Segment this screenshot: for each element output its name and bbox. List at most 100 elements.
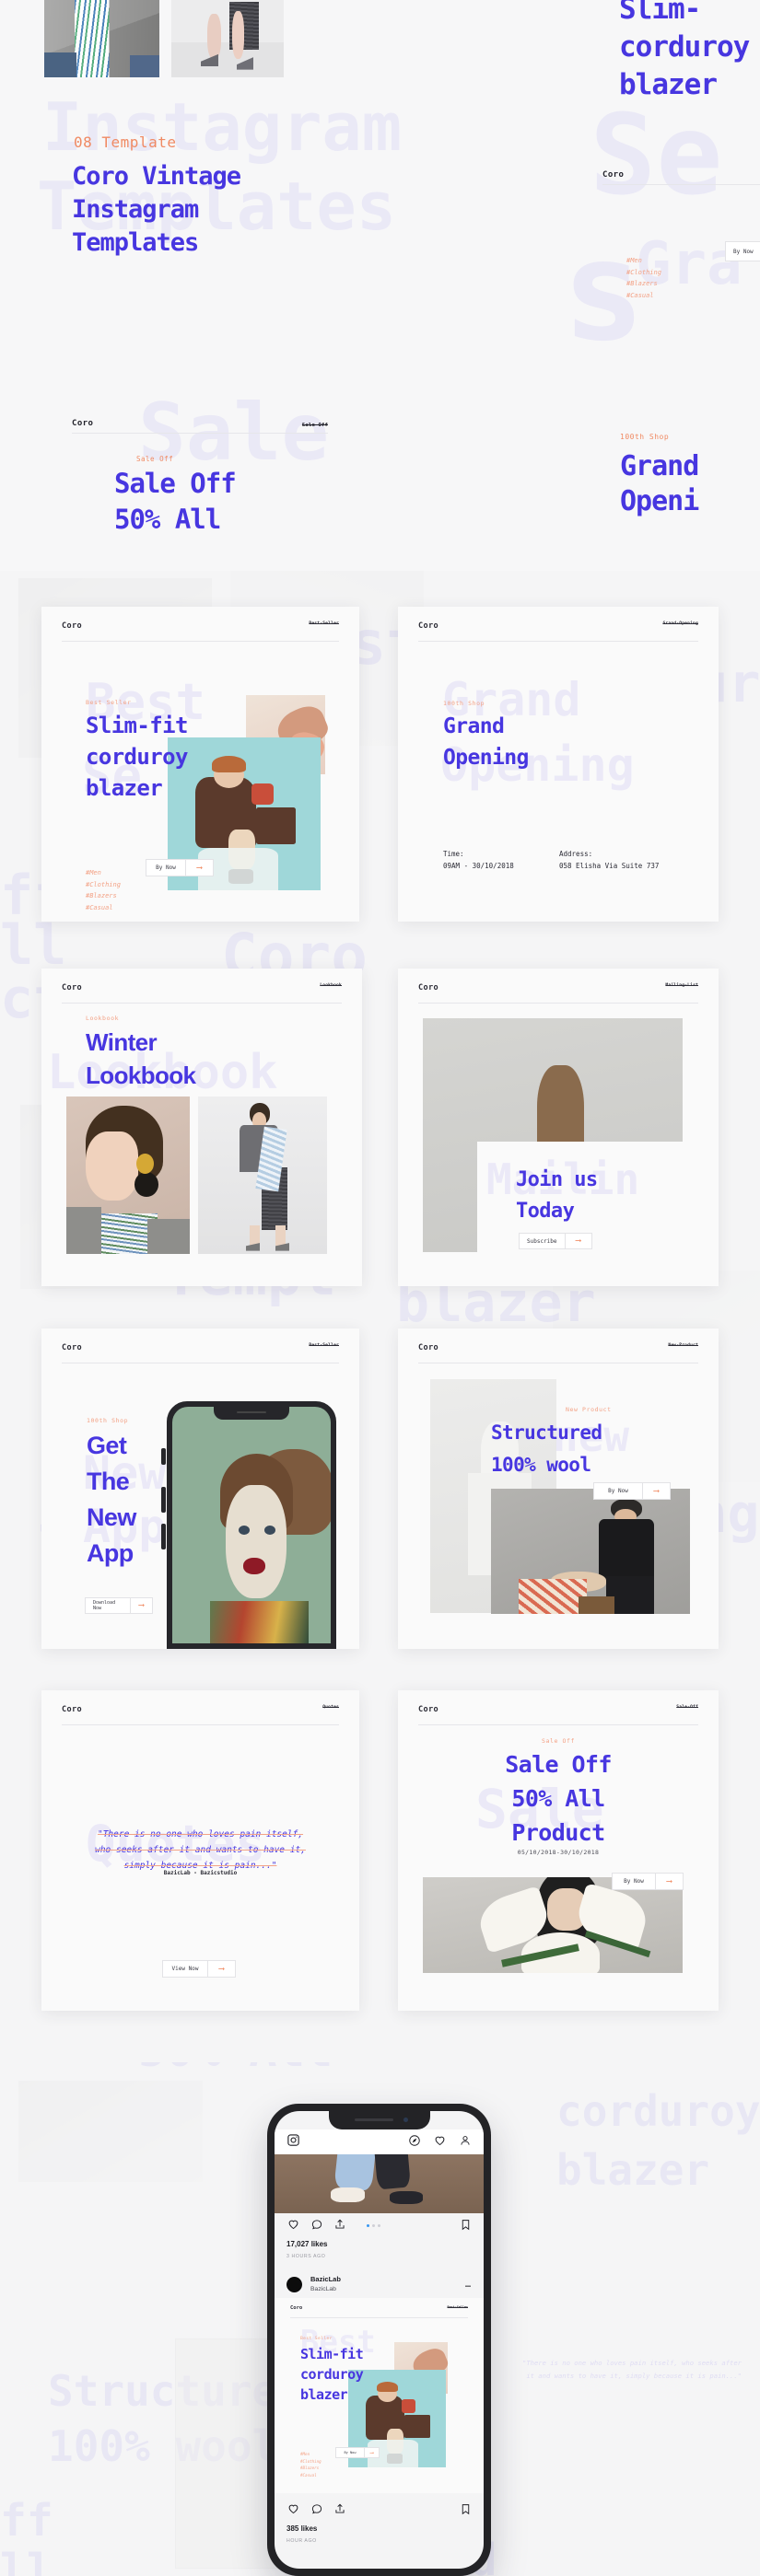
card-grand-opening[interactable]: Coro Grand-Opening Grand Opening 100th S… [398,607,719,922]
card-lookbook[interactable]: Coro Lookbook Lookbook Lookbook Winter L… [41,969,362,1286]
card-quote[interactable]: Coro Quotes Quotes "There is no one who … [41,1690,359,2011]
hashtag-casual: #Casual [300,2472,317,2477]
card-cta-button[interactable]: By Now ⟶ [612,1873,684,1890]
card-cta-label: Subscribe [527,1237,557,1245]
card-best-seller[interactable]: Coro Best-Seller Best Se Best Seller Sli… [41,607,359,922]
card-meta-address: Address: 058 Elisha Via Suite 737 [559,848,659,872]
hero-right-title-line1: Slim- [619,0,701,26]
comment-icon[interactable] [310,2217,323,2234]
card-sale-off[interactable]: Coro Sale-Off Sale Sale Off Sale Off 50%… [398,1690,719,2011]
post-1-likes: 17,027 likes [286,2240,328,2248]
card-meta-time-value: 09AM - 30/10/2018 [443,862,514,870]
bookmark-icon[interactable] [460,2217,472,2234]
card-tag: Mailing-List [665,983,698,988]
card-kicker: Lookbook [86,1015,120,1022]
card-tag: Best-Seller [309,621,339,626]
card-cta-label: By Now [608,1488,628,1494]
comment-icon[interactable] [310,2501,323,2519]
card-meta-address-label: Address: [559,850,593,858]
post-2-cta-label: By Now [344,2451,357,2454]
card-photo-portrait [66,1097,190,1254]
card-title: Sale Off 50% All Product [398,1747,719,1850]
card-brand: Coro [62,1705,83,1714]
card-download-button[interactable]: Download Now ⟶ [85,1597,153,1614]
heart-icon[interactable] [286,2217,300,2234]
arrow-right-icon: ⟶ [130,1598,152,1613]
ghost-word-se: Se [590,92,723,220]
post-2-hashtags: #Men #Clothing #Blazers #Casual [300,2451,322,2478]
arrow-right-icon: ⟶ [207,1961,235,1977]
card-brand: Coro [62,1343,83,1352]
card-title-line2: 100% wool [491,1454,591,1476]
card-photo-couple [491,1489,690,1614]
card-title-line2: corduroy [86,744,188,770]
card-new-product[interactable]: Coro New-Product new New Product Structu… [398,1329,719,1649]
card-phone-mockup [167,1401,336,1649]
post-2-title-line2: corduroy [300,2366,364,2383]
card-cta-button[interactable]: By Now ⟶ [146,859,214,876]
card-title-line2: The [87,1468,130,1495]
card-header: Coro New-Product [418,1343,698,1363]
card-title-line3: New [87,1503,136,1531]
phone-mockup-section: 50% All Opening corduroy blazer Structur… [0,2062,760,2576]
post-2-title: Slim-fit corduroy blazer [300,2344,364,2405]
bookmark-icon[interactable] [460,2501,472,2519]
post-2-account-sub: BazicLab [310,2286,336,2292]
post-2-cta-button[interactable]: By Now ⟶ [335,2447,380,2458]
phone-side-button [161,1448,166,1465]
person-icon[interactable] [459,2133,472,2151]
post-2-brand: Coro [290,2305,303,2311]
card-brand: Coro [62,983,83,992]
card-brand: Coro [418,621,439,631]
instagram-logo-icon[interactable] [286,2133,300,2151]
card-title-line1: Join us [516,1168,598,1191]
hashtag-men: #Men [300,2452,310,2456]
hero-thumbnail-heels [171,0,284,77]
card-photo-fullbody [198,1097,327,1254]
card-tag: Grand-Opening [662,621,698,626]
phone-notch [328,2111,430,2129]
card-title: Get The New App [87,1428,136,1572]
card-title: Grand Opening [443,711,529,773]
hero-section: Instagram Templates Se s Gra Sale 08 Tem… [0,0,760,571]
hero-right-brandrow: Coro [602,170,760,185]
more-options-icon[interactable]: … [465,2280,472,2290]
card-title-line1: Get [87,1432,127,1459]
card-subscribe-button[interactable]: Subscribe ⟶ [519,1233,592,1249]
card-mailing-list[interactable]: Coro Mailing-List Mailin Join us Today S… [398,969,719,1286]
post-1-photo [275,2154,484,2213]
bg-ghost-corduroy-bottom: corduroy [556,2086,760,2136]
card-brand: Coro [418,983,439,992]
template-grid-section: Best corduroy ff ll ct Coro Templ cord b… [0,571,760,2062]
instagram-top-bar [275,2129,484,2154]
card-header: Coro Best-Seller [62,621,339,642]
card-cta-button[interactable]: By Now ⟶ [593,1482,671,1500]
card-tag: Best-Seller [309,1343,339,1348]
phone-screen: 17,027 likes 3 HOURS AGO BazicLab BazicL… [275,2111,484,2569]
card-tag: New-Product [668,1343,698,1348]
bg-ghost-quote: "There is no one who loves pain itself, … [522,2359,742,2380]
card-header: Coro Sale-Off [418,1705,698,1725]
card-meta-time: Time: 09AM - 30/10/2018 [443,848,514,872]
heart-icon[interactable] [286,2501,300,2519]
card-meta-time-label: Time: [443,850,464,858]
card-date-range: 05/10/2018-30/10/2018 [517,1849,600,1856]
bg-ghost-blazer-bottom: blazer [556,2145,710,2195]
card-tag: Lookbook [320,983,342,988]
card-title-line1: Grand [443,714,505,738]
hero-right-cta-button[interactable]: By Now ⟶ [725,241,760,261]
share-icon[interactable] [333,2501,346,2519]
compass-icon[interactable] [408,2133,421,2151]
hero-right-title-line2: corduroy [619,30,750,64]
share-icon[interactable] [333,2217,346,2234]
post-2-account-row[interactable]: BazicLab BazicLab … [286,2272,472,2296]
hero-right-title: Slim- corduroy blazer [619,0,750,104]
card-cta-label: Download Now [93,1600,116,1611]
heart-icon[interactable] [433,2133,447,2151]
hashtag-clothing: #Clothing [300,2458,322,2464]
carousel-dots [367,2223,380,2227]
card-get-app[interactable]: Coro Best-Seller New App 100th Shop Get [41,1329,359,1649]
card-view-now-button[interactable]: View Now ⟶ [162,1960,236,1978]
phone-volume-up-button [161,1487,166,1513]
card-brand: Coro [418,1343,439,1352]
